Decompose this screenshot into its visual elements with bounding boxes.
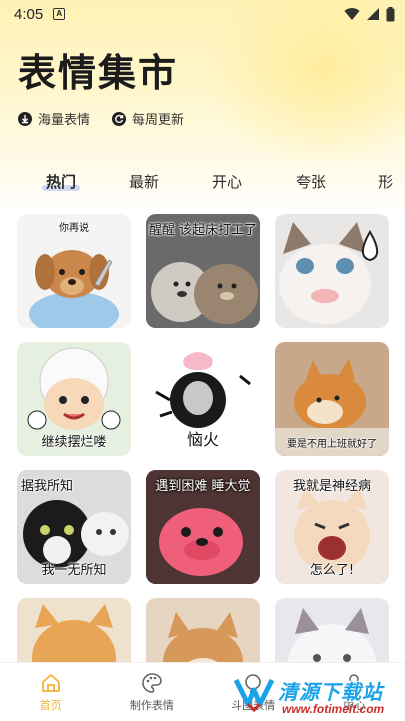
nav-label: 首页 — [39, 698, 62, 712]
battery-icon — [386, 6, 395, 21]
sticker-caption-bottom: 我一无所知 — [41, 563, 107, 578]
refresh-icon — [112, 111, 127, 126]
wifi-icon — [344, 8, 360, 20]
chat-icon — [245, 673, 261, 693]
nav-label: 中心 — [343, 698, 366, 712]
sticker-caption: 恼火 — [186, 430, 219, 449]
feature-massive-stickers: 海量表情 — [18, 109, 90, 128]
sticker-image — [279, 222, 379, 324]
nav-profile[interactable]: 中心 — [304, 663, 405, 721]
sticker-caption: 继续摆烂喽 — [41, 435, 107, 450]
tab-more[interactable]: 形 — [376, 171, 395, 192]
sticker-caption: 遇到困难 睡大觉 — [155, 479, 251, 494]
sticker-caption-top: 据我所知 — [21, 479, 74, 494]
home-icon — [41, 673, 60, 692]
nav-home[interactable]: 首页 — [0, 663, 101, 721]
bottom-navigation: 首页 制作表情 斗图表情 中心 — [0, 662, 405, 721]
sticker-card[interactable] — [17, 598, 131, 662]
nav-label: 制作表情 — [129, 698, 174, 712]
user-icon — [345, 673, 364, 692]
feature-weekly-update: 每周更新 — [112, 109, 184, 128]
nav-battle-stickers[interactable]: 斗图表情 — [203, 663, 304, 721]
status-time: 4:05 — [14, 5, 44, 23]
sticker-card[interactable]: 要是不用上班就好了 — [275, 342, 389, 456]
nav-make-sticker[interactable]: 制作表情 — [101, 663, 202, 721]
sticker-card[interactable] — [146, 598, 260, 662]
sticker-card[interactable]: 醒醒 该起床打工了 — [146, 214, 260, 328]
tab-latest[interactable]: 最新 — [127, 171, 161, 192]
page-title: 表情集市 — [18, 51, 179, 95]
sticker-card[interactable]: 遇到困难 睡大觉 — [146, 470, 260, 584]
sticker-caption: 你再说 — [59, 223, 89, 234]
download-icon — [18, 111, 32, 126]
signal-icon — [367, 8, 379, 20]
sticker-grid: 你再说 醒醒 该起床打工了 继续摆烂喽 恼火 要是不用上班就好了 据我所知 我一… — [17, 214, 389, 662]
palette-icon — [142, 672, 162, 693]
feature-label: 每周更新 — [132, 113, 185, 128]
status-bar: 4:05 A — [0, 0, 405, 28]
sticker-image — [163, 612, 243, 662]
sticker-caption: 醒醒 该起床打工了 — [148, 223, 258, 238]
category-tabs: 热门 最新 开心 夸张 形 — [0, 166, 405, 196]
feature-label: 海量表情 — [38, 113, 91, 128]
sticker-card[interactable]: 继续摆烂喽 — [17, 342, 131, 456]
sticker-image — [288, 608, 376, 662]
sticker-card[interactable]: 我就是神经病 怎么了! — [275, 470, 389, 584]
feature-row: 海量表情 每周更新 — [18, 109, 184, 128]
sticker-caption-top: 我就是神经病 — [292, 479, 371, 494]
tab-hot[interactable]: 热门 — [41, 171, 81, 192]
header: 表情集市 海量表情 每周更新 — [18, 42, 184, 128]
sticker-card[interactable]: 据我所知 我一无所知 — [17, 470, 131, 584]
nav-label: 斗图表情 — [231, 698, 276, 712]
tab-happy[interactable]: 开心 — [210, 171, 244, 192]
sticker-card[interactable] — [275, 214, 389, 328]
sticker-card[interactable]: 你再说 — [17, 214, 131, 328]
sticker-card[interactable] — [275, 598, 389, 662]
sticker-caption-bottom: 怎么了! — [309, 563, 355, 578]
tab-exaggerated[interactable]: 夸张 — [294, 171, 328, 192]
sticker-caption: 要是不用上班就好了 — [287, 439, 377, 450]
notification-icon: A — [53, 8, 66, 20]
sticker-card[interactable]: 恼火 — [146, 342, 260, 456]
sticker-image — [32, 604, 116, 662]
